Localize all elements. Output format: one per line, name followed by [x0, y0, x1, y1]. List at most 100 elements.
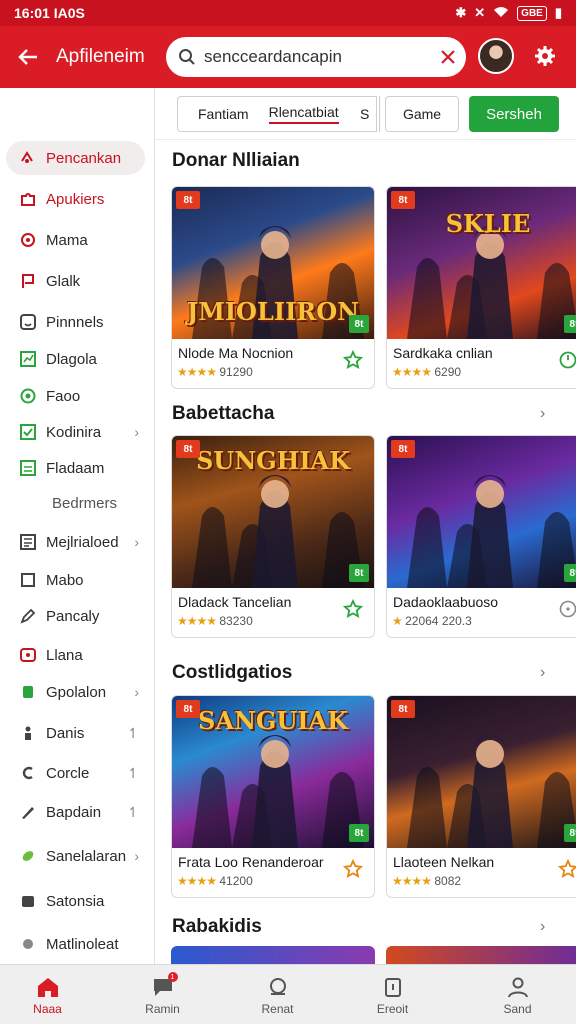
tab-rlencatbiat[interactable]: Rlencatbiat — [268, 104, 339, 124]
chevron-right-icon[interactable]: › — [540, 405, 545, 423]
rating-stars: ★★★★ — [177, 365, 217, 379]
chevron-right-icon[interactable]: › — [540, 664, 545, 682]
game-card[interactable]: 8t 8t Dadaoklaabuoso ★ 22064 220.3 — [386, 435, 576, 638]
rating-count: 41200 — [219, 874, 253, 888]
search-field[interactable]: sencceardancapin — [166, 37, 466, 77]
star-outline-icon[interactable] — [342, 349, 364, 371]
game-card[interactable]: SUNGHIAK 8t 8t Dladack Tancelian ★★★★ 83… — [171, 435, 375, 638]
game-artwork: JMIOLIIRON 8t 8t — [172, 187, 374, 339]
sidebar-item-apukiers[interactable]: Apukiers — [6, 182, 145, 216]
game-artwork: 8t 8t — [387, 696, 576, 848]
sidebar-item-label: Dlagola — [46, 350, 97, 368]
tab-fantiam[interactable]: Fantiam — [198, 106, 249, 122]
sidebar-item-bapdain[interactable]: Bapdain ↿ — [6, 795, 145, 829]
nav-item-sand[interactable]: Sand — [460, 965, 575, 1024]
characters-illustration — [407, 735, 576, 848]
chevron-right-icon[interactable]: › — [540, 918, 545, 936]
avatar[interactable] — [478, 38, 514, 74]
star-outline-icon[interactable] — [342, 598, 364, 620]
arrow-left-icon — [18, 49, 37, 65]
sidebar-item-corcle[interactable]: Corcle ↿ — [6, 756, 145, 790]
search-input[interactable]: sencceardancapin — [204, 47, 440, 67]
chevron-right-icon: › — [134, 684, 139, 700]
rating-stars: ★★★★ — [177, 874, 217, 888]
game-rating: ★★★★ 91290 — [177, 365, 253, 379]
sidebar-item-label: Satonsia — [46, 892, 105, 910]
sidebar-item-kodinira[interactable]: Kodinira › — [6, 415, 145, 449]
chevron-right-icon: › — [134, 534, 139, 550]
sidebar-item-faoo[interactable]: Faoo — [6, 379, 145, 413]
sidebar-item-llana[interactable]: Llana — [6, 638, 145, 672]
sidebar-item-sanelalaran[interactable]: Sanelalaran › — [6, 839, 145, 873]
sidebar-item-mama[interactable]: Mama — [6, 223, 145, 257]
game-artwork: SUNGHIAK 8t 8t — [172, 436, 374, 588]
search-button[interactable]: Sersheh — [469, 96, 559, 132]
game-card[interactable]: SKLIE 8t 8t Sardkaka cnlian ★★★★ 6290 — [386, 186, 576, 389]
game-name: Nlode Ma Nocnion — [178, 345, 294, 361]
nav-label: Ramin — [145, 1002, 180, 1016]
bookmark-icon — [18, 682, 38, 702]
rating-badge: 8t — [564, 564, 576, 582]
sidebar-item-label: Gpolalon — [46, 683, 107, 701]
circle-icon — [18, 386, 38, 406]
game-artwork: SANGUIAK 8t 8t — [172, 696, 374, 848]
refresh-circle-icon[interactable] — [557, 349, 576, 371]
game-card-partial[interactable] — [171, 946, 375, 966]
game-name: Dladack Tancelian — [178, 594, 292, 610]
tab-s[interactable]: S — [360, 96, 380, 132]
sidebar-item-satonsia[interactable]: Satonsia — [6, 884, 145, 918]
game-name: Frata Loo Renanderoar — [178, 854, 324, 870]
clear-search-button[interactable] — [440, 49, 456, 65]
sidebar-item-dlagola[interactable]: Dlagola — [6, 342, 145, 376]
nav-item-naaa[interactable]: Naaa — [0, 965, 105, 1024]
rating-badge: 8t — [564, 315, 576, 333]
game-logo-text: SANGUIAK — [197, 706, 349, 735]
bluetooth-icon: ✱ — [455, 5, 467, 20]
star-orange-icon[interactable] — [342, 858, 364, 880]
sidebar-item-label: Llana — [46, 646, 83, 664]
sidebar-item-label: Pencankan — [46, 149, 122, 167]
notification-badge: 1 — [167, 972, 178, 982]
sidebar-item-pancaly[interactable]: Pancaly — [6, 599, 145, 633]
game-artwork: SKLIE 8t 8t — [387, 187, 576, 339]
sidebar-item-pinnnels[interactable]: Pinnnels — [6, 305, 145, 339]
rating-count: 22064 220.3 — [405, 614, 472, 628]
sidebar-item-bedrmers[interactable]: Bedrmers — [6, 486, 145, 520]
rating-stars: ★★★★ — [177, 614, 217, 628]
app-bar: Apfileneim sencceardancapin — [0, 26, 576, 88]
nav-item-ereoit[interactable]: Ereoit — [335, 965, 450, 1024]
sidebar-item-glalk[interactable]: Glalk — [6, 264, 145, 298]
play-circle-icon[interactable] — [557, 598, 576, 620]
game-card[interactable]: 8t 8t Llaoteen Nelkan ★★★★ 8082 — [386, 695, 576, 898]
sidebar-item-danis[interactable]: Danis ↿ — [6, 716, 145, 750]
nav-item-renat[interactable]: Renat — [220, 965, 335, 1024]
sidebar-item-matlinoleat[interactable]: Matlinoleat — [6, 927, 145, 961]
settings-button[interactable] — [530, 41, 560, 71]
sidebar-item-label: Glalk — [46, 272, 81, 290]
sidebar-item-label: Pancaly — [46, 607, 100, 625]
game-card[interactable]: JMIOLIIRON 8t 8t Nlode Ma Nocnion ★★★★ 9… — [171, 186, 375, 389]
sidebar-item-mejlrialoed[interactable]: Mejlrialoed › — [6, 525, 145, 559]
sidebar-item-pencankan[interactable]: Pencankan — [6, 141, 145, 175]
square-fill-icon — [18, 891, 38, 911]
game-filter-button[interactable]: Game — [385, 96, 459, 132]
target-icon — [18, 230, 38, 250]
sidebar-item-gpolalon[interactable]: Gpolalon › — [6, 675, 145, 709]
sidebar-item-label: Bapdain — [46, 803, 102, 821]
game-rating: ★★★★ 41200 — [177, 874, 253, 888]
flag-icon — [18, 271, 38, 291]
game-name: Sardkaka cnlian — [393, 345, 493, 361]
chevron-right-icon: › — [134, 424, 139, 440]
person-icon — [18, 723, 38, 743]
star-orange-icon[interactable] — [557, 858, 576, 880]
game-card[interactable]: SANGUIAK 8t 8t Frata Loo Renanderoar ★★★… — [171, 695, 375, 898]
check-box-icon — [18, 422, 38, 442]
sidebar-item-fladaam[interactable]: Fladaam — [6, 451, 145, 485]
back-button[interactable] — [0, 26, 56, 88]
sidebar-item-mabo[interactable]: Mabo — [6, 563, 145, 597]
game-rating: ★★★★ 8082 — [392, 874, 461, 888]
nav-item-ramin[interactable]: 1 Ramin — [105, 965, 220, 1024]
sidebar: Pencankan Apukiers Mama Glalk Pinnnels Dlagol… — [0, 88, 155, 964]
game-card-partial[interactable] — [386, 946, 576, 966]
game-name: Llaoteen Nelkan — [393, 854, 495, 870]
